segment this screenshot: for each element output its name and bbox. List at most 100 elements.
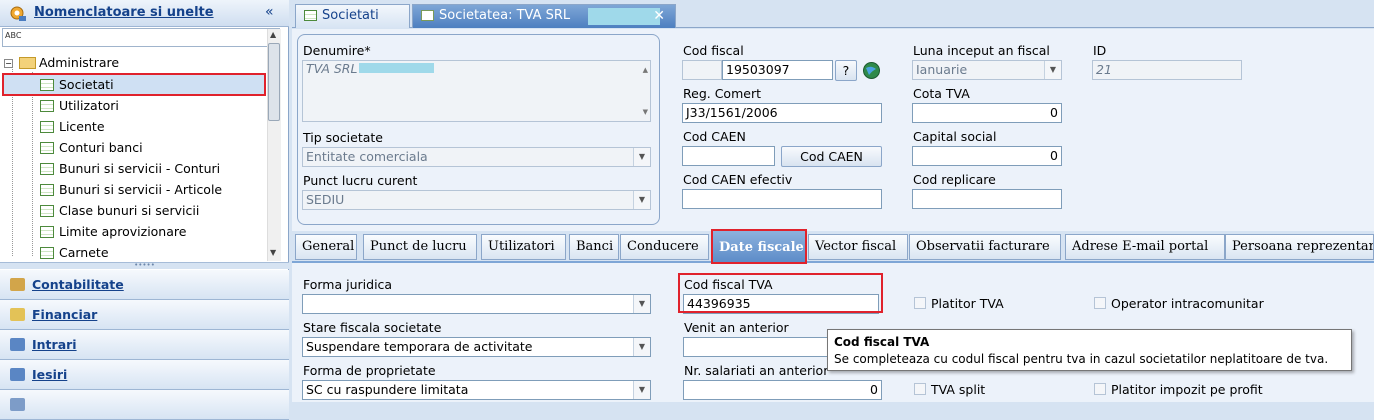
tva-split-checkbox[interactable] xyxy=(914,383,926,395)
tree-item-licente[interactable]: Licente xyxy=(40,116,105,137)
chevron-down-icon[interactable]: ▼ xyxy=(633,381,650,399)
tab-observatii-facturare[interactable]: Observatii facturare xyxy=(909,234,1061,260)
table-icon xyxy=(304,10,317,21)
tab-utilizatori[interactable]: Utilizatori xyxy=(481,234,566,260)
tree-item-label: Conturi banci xyxy=(59,140,143,155)
scales-icon xyxy=(10,278,25,291)
scroll-down-arrow-icon[interactable]: ▼ xyxy=(270,248,276,257)
panel-splitter[interactable]: ••••• xyxy=(0,262,289,269)
tree-item-conturi-banci[interactable]: Conturi banci xyxy=(40,137,143,158)
chevron-down-icon[interactable]: ▼ xyxy=(633,191,650,209)
tree-item-label: Clase bunuri si servicii xyxy=(59,203,200,218)
forma-juridica-select[interactable]: ▼ xyxy=(302,294,651,314)
tip-societate-select[interactable]: Entitate comerciala ▼ xyxy=(302,147,651,167)
tree-item-label: Carnete xyxy=(59,245,109,260)
collapse-node-icon[interactable]: − xyxy=(4,59,13,68)
punct-lucru-value: SEDIU xyxy=(306,192,345,207)
table-icon xyxy=(40,142,54,154)
table-icon xyxy=(40,205,54,217)
platitor-impozit-checkbox[interactable] xyxy=(1094,383,1106,395)
table-icon xyxy=(40,247,54,259)
punct-lucru-select[interactable]: SEDIU ▼ xyxy=(302,190,651,210)
tab-punct-de-lucru[interactable]: Punct de lucru xyxy=(363,234,477,260)
tab-conducere[interactable]: Conducere xyxy=(620,234,709,260)
folder-icon xyxy=(18,57,36,69)
capital-social-input[interactable]: 0 xyxy=(912,146,1062,166)
close-tab-icon[interactable]: ✕ xyxy=(653,5,665,27)
tree-node-administrare[interactable]: − Administrare xyxy=(4,52,119,73)
cod-fiscal-prefix[interactable] xyxy=(682,60,722,80)
tree-guide-line xyxy=(32,72,33,256)
cod-fiscal-help-button[interactable]: ? xyxy=(835,60,857,81)
luna-inceput-select[interactable]: Ianuarie ▼ xyxy=(912,60,1062,80)
tab-banci[interactable]: Banci xyxy=(569,234,619,260)
id-field: 21 xyxy=(1092,60,1242,80)
punct-lucru-label: Punct lucru curent xyxy=(303,173,418,188)
salariati-anterior-input[interactable]: 0 xyxy=(683,380,882,400)
nav-contabilitate[interactable]: Contabilitate xyxy=(0,270,289,300)
tree-item-clase-bunuri[interactable]: Clase bunuri si servicii xyxy=(40,200,199,221)
tab-label: Societati xyxy=(322,8,379,23)
tree-item-bunuri-conturi[interactable]: Bunuri si servicii - Conturi xyxy=(40,158,220,179)
scroll-down-arrow-icon[interactable]: ▼ xyxy=(643,105,648,119)
reg-comert-input[interactable]: J33/1561/2006 xyxy=(682,103,882,123)
tab-societati[interactable]: Societati xyxy=(295,4,410,28)
denumire-field[interactable]: TVA SRL ▲ ▼ xyxy=(302,60,651,122)
tree-item-label: Licente xyxy=(59,119,105,134)
chevron-down-icon[interactable]: ▼ xyxy=(1044,61,1061,79)
cod-fiscal-label: Cod fiscal xyxy=(683,43,744,58)
globe-icon[interactable] xyxy=(861,60,882,81)
redaction-bar xyxy=(588,8,660,25)
tree-item-label: Utilizatori xyxy=(59,98,119,113)
table-icon xyxy=(40,184,54,196)
tree-item-limite-aprovizionare[interactable]: Limite aprovizionare xyxy=(40,221,186,242)
operator-intracomunitar-checkbox[interactable] xyxy=(1094,297,1106,309)
tree-item-societati[interactable]: Societati xyxy=(40,74,114,95)
nav-financiar[interactable]: Financiar xyxy=(0,300,289,330)
tree-item-label: Societati xyxy=(59,77,114,92)
module-icon xyxy=(10,398,25,411)
chevron-down-icon[interactable]: ▼ xyxy=(633,148,650,166)
tab-vector-fiscal[interactable]: Vector fiscal xyxy=(808,234,908,260)
navigation-panel-title[interactable]: Nomenclatoare si unelte xyxy=(34,5,214,20)
cod-caen-input[interactable] xyxy=(682,146,775,166)
cod-replicare-input[interactable] xyxy=(912,189,1062,209)
cod-replicare-label: Cod replicare xyxy=(913,172,996,187)
reg-comert-label: Reg. Comert xyxy=(683,86,761,101)
tree-item-bunuri-articole[interactable]: Bunuri si servicii - Articole xyxy=(40,179,222,200)
tab-societatea-tva[interactable]: Societatea: TVA SRL ✕ xyxy=(412,4,676,28)
splitter-grip: ••••• xyxy=(134,261,155,269)
forma-proprietate-value: SC cu raspundere limitata xyxy=(306,382,469,397)
stare-fiscala-label: Stare fiscala societate xyxy=(303,320,442,335)
id-label: ID xyxy=(1093,43,1107,58)
tip-societate-value: Entitate comerciala xyxy=(306,149,428,164)
nav-next-partial[interactable] xyxy=(0,390,289,420)
tab-date-fiscale[interactable]: Date fiscale xyxy=(711,229,807,264)
nav-iesiri[interactable]: Iesiri xyxy=(0,360,289,390)
scroll-up-arrow-icon[interactable]: ▲ xyxy=(643,63,648,77)
forma-juridica-label: Forma juridica xyxy=(303,277,393,292)
chevron-down-icon[interactable]: ▼ xyxy=(633,338,650,356)
cod-caen-efectiv-input[interactable] xyxy=(682,189,882,209)
forma-proprietate-select[interactable]: SC cu raspundere limitata ▼ xyxy=(302,380,651,400)
scroll-up-arrow-icon[interactable]: ▲ xyxy=(270,30,276,39)
cod-caen-button[interactable]: Cod CAEN xyxy=(781,146,882,167)
tab-persoana-reprezentare[interactable]: Persoana reprezentare xyxy=(1225,234,1374,260)
truck-out-icon xyxy=(10,368,25,381)
tab-general[interactable]: General xyxy=(295,234,357,260)
forma-proprietate-label: Forma de proprietate xyxy=(303,363,436,378)
cod-fiscal-input[interactable]: 19503097 xyxy=(722,60,833,80)
collapse-panel-button[interactable]: « xyxy=(265,4,274,20)
cota-tva-input[interactable]: 0 xyxy=(912,103,1062,123)
platitor-tva-checkbox[interactable] xyxy=(914,297,926,309)
tree-item-utilizatori[interactable]: Utilizatori xyxy=(40,95,119,116)
stare-fiscala-select[interactable]: Suspendare temporara de activitate ▼ xyxy=(302,337,651,357)
capital-social-label: Capital social xyxy=(913,129,997,144)
nav-label: Intrari xyxy=(32,337,77,352)
tree-search-input[interactable] xyxy=(2,28,280,47)
tree-item-carnete[interactable]: Carnete xyxy=(40,242,109,263)
chevron-down-icon[interactable]: ▼ xyxy=(633,295,650,313)
nav-intrari[interactable]: Intrari xyxy=(0,330,289,360)
tree-scrollbar-thumb[interactable] xyxy=(268,43,280,121)
tab-adrese-email-portal[interactable]: Adrese E-mail portal xyxy=(1065,234,1225,260)
